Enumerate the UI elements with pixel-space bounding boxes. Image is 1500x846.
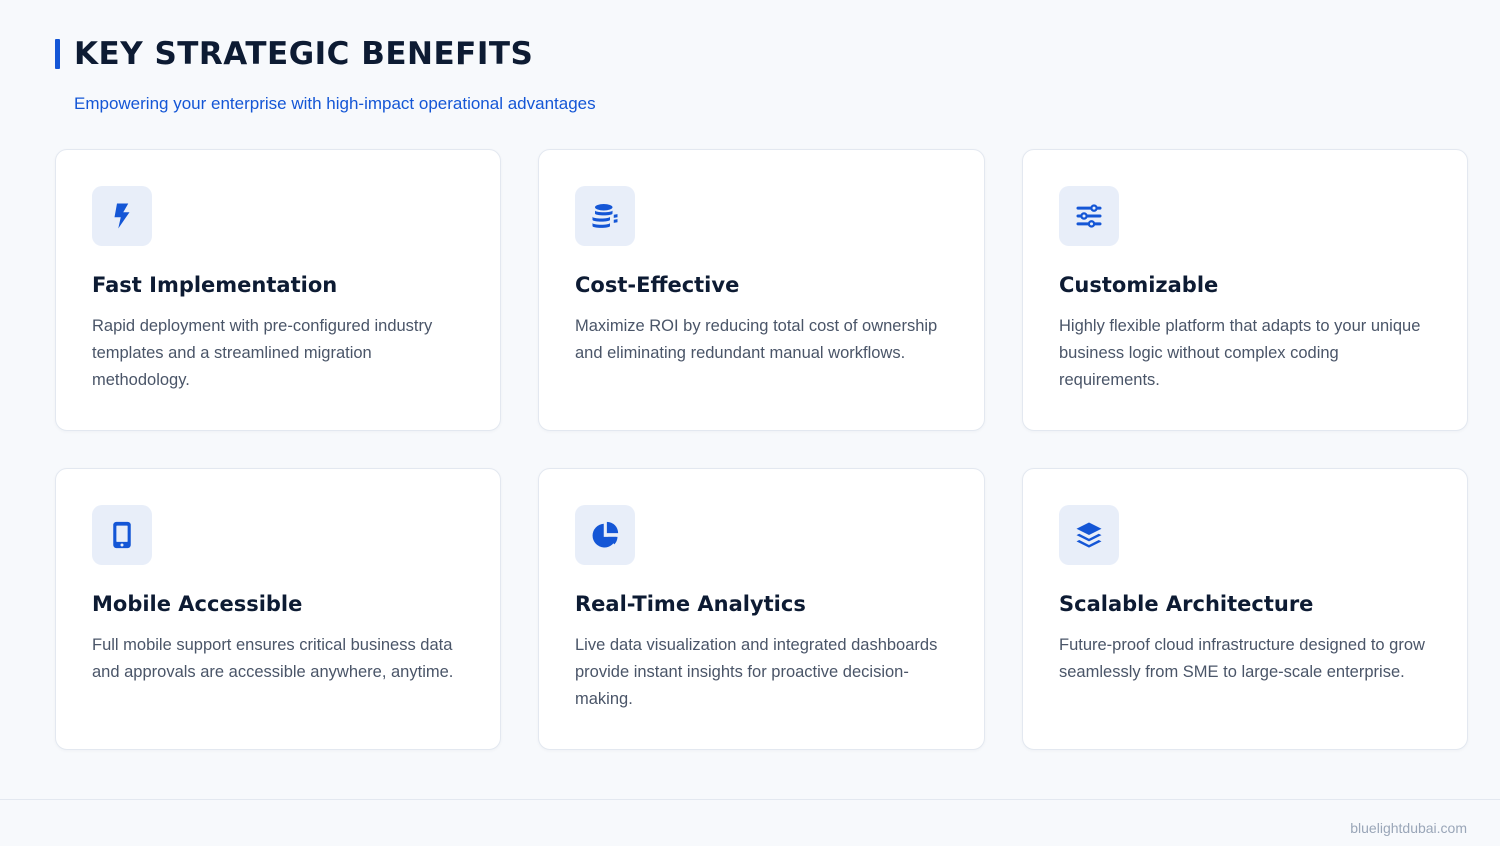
card-title: Real-Time Analytics (575, 592, 806, 616)
footer-site-link[interactable]: bluelightdubai.com (1350, 820, 1467, 836)
benefit-card-customizable: Customizable Highly flexible platform th… (1022, 149, 1468, 431)
card-description: Highly flexible platform that adapts to … (1059, 317, 1421, 389)
benefit-card-cost-effective: Cost-Effective Maximize ROI by reducing … (538, 149, 985, 431)
pie-chart-icon (575, 505, 635, 565)
benefit-card-fast-implementation: Fast Implementation Rapid deployment wit… (55, 149, 501, 431)
page-title: KEY STRATEGIC BENEFITS (74, 36, 534, 72)
card-title: Scalable Architecture (1059, 592, 1314, 616)
title-accent-bar (55, 39, 60, 69)
card-title: Fast Implementation (92, 273, 338, 297)
card-title: Mobile Accessible (92, 592, 303, 616)
header: KEY STRATEGIC BENEFITS Empowering your e… (55, 36, 596, 114)
card-description: Rapid deployment with pre-configured ind… (92, 317, 433, 389)
benefits-grid: Fast Implementation Rapid deployment wit… (55, 149, 1468, 750)
page-subtitle: Empowering your enterprise with high-imp… (74, 94, 596, 113)
mobile-phone-icon (92, 505, 152, 565)
benefit-card-real-time-analytics: Real-Time Analytics Live data visualizat… (538, 468, 985, 750)
card-description: Live data visualization and integrated d… (575, 636, 938, 708)
title-row: KEY STRATEGIC BENEFITS (55, 36, 596, 72)
benefits-slide: KEY STRATEGIC BENEFITS Empowering your e… (0, 0, 1500, 846)
sliders-icon (1059, 186, 1119, 246)
card-title: Cost-Effective (575, 273, 740, 297)
benefit-card-mobile-accessible: Mobile Accessible Full mobile support en… (55, 468, 501, 750)
card-description: Full mobile support ensures critical bus… (92, 636, 454, 681)
footer-divider (0, 799, 1500, 800)
card-title: Customizable (1059, 273, 1219, 297)
card-description: Future-proof cloud infrastructure design… (1059, 636, 1425, 681)
benefit-card-scalable-architecture: Scalable Architecture Future-proof cloud… (1022, 468, 1468, 750)
card-description: Maximize ROI by reducing total cost of o… (575, 317, 938, 362)
lightning-bolt-icon (92, 186, 152, 246)
coins-stack-icon (575, 186, 635, 246)
layers-icon (1059, 505, 1119, 565)
